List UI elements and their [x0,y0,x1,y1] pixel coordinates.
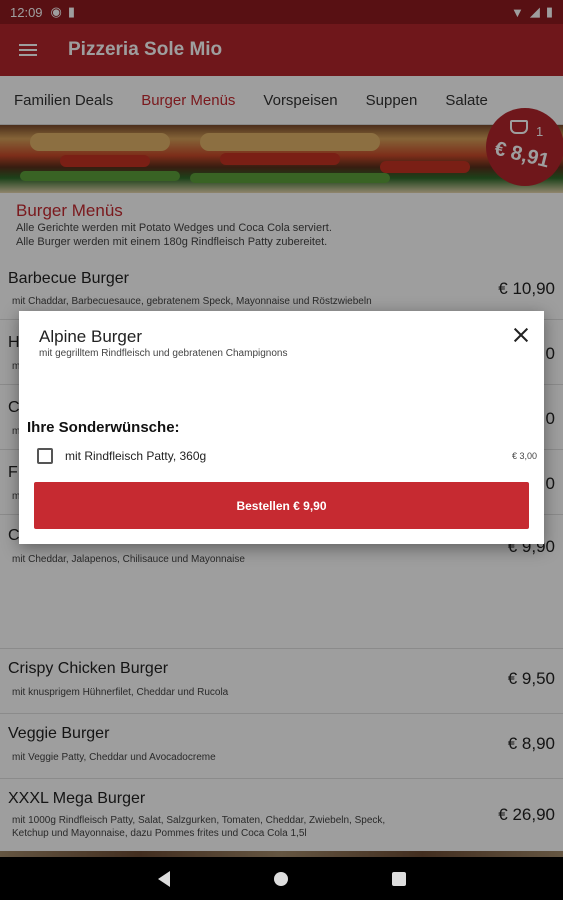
option-row[interactable]: mit Rindfleisch Patty, 360g € 3,00 [37,445,537,467]
dialog-subtitle: mit gegrilltem Rindfleisch und gebratene… [39,348,288,359]
back-icon[interactable] [157,870,170,887]
home-icon[interactable] [273,871,288,886]
product-options-dialog: Alpine Burger mit gegrilltem Rindfleisch… [19,311,544,544]
option-label: mit Rindfleisch Patty, 360g [65,449,207,463]
order-button[interactable]: Bestellen € 9,90 [34,482,529,529]
close-icon[interactable] [509,323,533,347]
recent-apps-icon[interactable] [391,871,406,886]
dialog-title: Alpine Burger [39,327,143,346]
option-price: € 3,00 [511,451,537,461]
options-section-title: Ihre Sonderwünsche: [27,419,180,436]
system-navigation-bar [0,857,563,900]
option-checkbox[interactable] [37,448,53,464]
